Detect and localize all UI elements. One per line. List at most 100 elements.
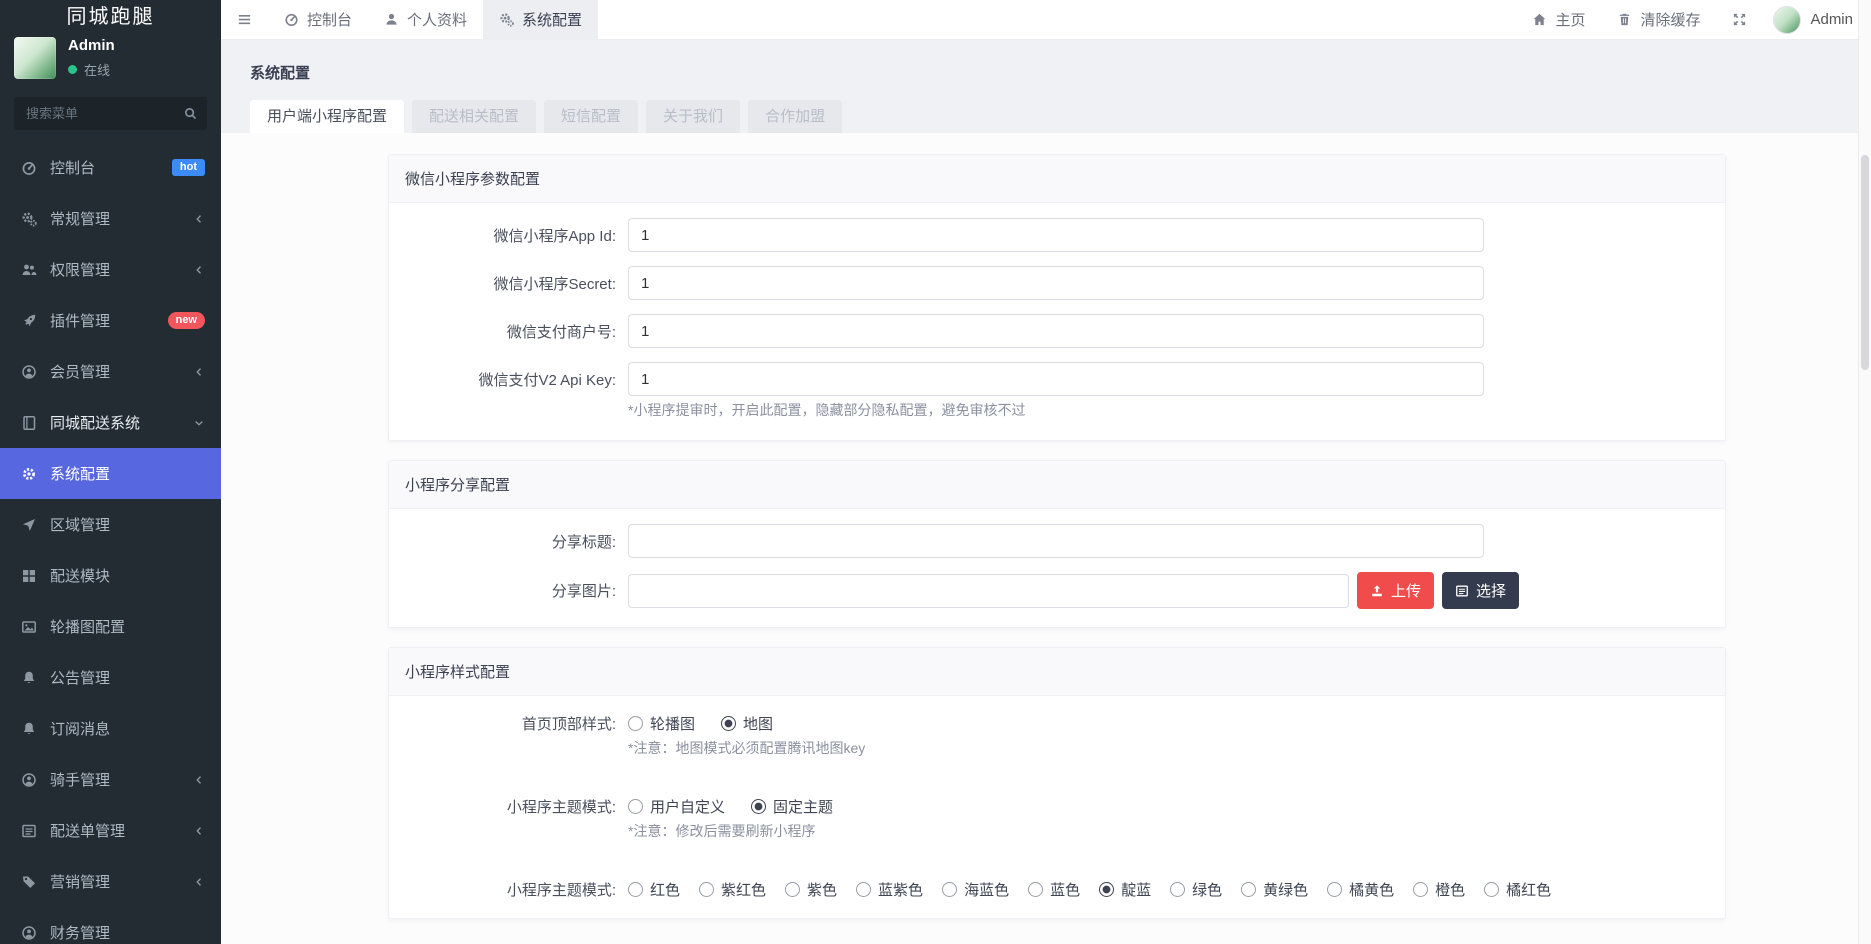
radio-color-red[interactable]: 红色 bbox=[628, 879, 680, 900]
sidebar-item-delivery-system[interactable]: 同城配送系统 bbox=[0, 397, 221, 448]
home-button[interactable]: 主页 bbox=[1516, 0, 1601, 39]
sidebar-item-delivery-order-mgmt[interactable]: 配送单管理 bbox=[0, 805, 221, 856]
location-arrow-icon bbox=[21, 517, 37, 533]
radio-color-orange-yellow[interactable]: 橘黄色 bbox=[1327, 879, 1394, 900]
wechat-secret-input[interactable] bbox=[628, 266, 1484, 300]
tab-about-us[interactable]: 关于我们 bbox=[646, 100, 741, 133]
sidebar-item-auth-mgmt[interactable]: 权限管理 bbox=[0, 244, 221, 295]
fullscreen-button[interactable] bbox=[1716, 0, 1763, 39]
radio-color-orange-red[interactable]: 橘红色 bbox=[1484, 879, 1551, 900]
radio-color-yellow-green[interactable]: 黄绿色 bbox=[1241, 879, 1308, 900]
user-avatar[interactable] bbox=[14, 37, 56, 79]
magenta-radio[interactable] bbox=[699, 882, 715, 897]
nav-tab-dashboard[interactable]: 控制台 bbox=[268, 0, 368, 39]
book-icon bbox=[21, 415, 37, 431]
radio-color-sea-blue[interactable]: 海蓝色 bbox=[942, 879, 1009, 900]
config-tabs: 用户端小程序配置 配送相关配置 短信配置 关于我们 合作加盟 bbox=[221, 100, 1871, 133]
form-row-secret: 微信小程序Secret: bbox=[389, 266, 1725, 300]
home-icon bbox=[1532, 12, 1547, 27]
radio-color-blue[interactable]: 蓝色 bbox=[1028, 879, 1080, 900]
top-navbar: 控制台 个人资料 系统配置 主页 清除缓存 Admin bbox=[221, 0, 1871, 40]
wechat-v2-apikey-input[interactable] bbox=[628, 362, 1484, 396]
sidebar-item-region-mgmt[interactable]: 区域管理 bbox=[0, 499, 221, 550]
field-label: 微信支付V2 Api Key: bbox=[478, 371, 616, 389]
tag-icon bbox=[21, 874, 37, 890]
sidebar-item-notice-mgmt[interactable]: 公告管理 bbox=[0, 652, 221, 703]
radio-color-orange[interactable]: 橙色 bbox=[1413, 879, 1465, 900]
sidebar-item-banner-config[interactable]: 轮播图配置 bbox=[0, 601, 221, 652]
field-label: 分享标题: bbox=[551, 533, 616, 551]
radio-color-green[interactable]: 绿色 bbox=[1170, 879, 1222, 900]
orange-yellow-radio[interactable] bbox=[1327, 882, 1343, 897]
sidebar-item-member-mgmt[interactable]: 会员管理 bbox=[0, 346, 221, 397]
upload-button[interactable]: 上传 bbox=[1357, 572, 1435, 609]
orange-radio[interactable] bbox=[1413, 882, 1429, 897]
sidebar-item-subscribe-message[interactable]: 订阅消息 bbox=[0, 703, 221, 754]
menu-search-input[interactable] bbox=[14, 97, 207, 130]
banner-radio[interactable] bbox=[628, 716, 643, 731]
sidebar-item-rider-mgmt[interactable]: 骑手管理 bbox=[0, 754, 221, 805]
sea-blue-radio[interactable] bbox=[942, 882, 958, 897]
purple-radio[interactable] bbox=[785, 882, 801, 897]
rocket-icon bbox=[21, 313, 37, 329]
tab-sms-config[interactable]: 短信配置 bbox=[544, 100, 639, 133]
privacy-note: *小程序提审时，开启此配置，隐藏部分隐私配置，避免审核不过 bbox=[628, 402, 1026, 418]
green-radio[interactable] bbox=[1170, 882, 1186, 897]
panel-title: 小程序分享配置 bbox=[389, 461, 1725, 509]
navbar-avatar[interactable] bbox=[1773, 5, 1802, 34]
yellow-green-radio[interactable] bbox=[1241, 882, 1257, 897]
red-radio[interactable] bbox=[628, 882, 643, 897]
nav-tab-profile[interactable]: 个人资料 bbox=[368, 0, 483, 39]
navbar-right: 主页 清除缓存 Admin bbox=[1516, 0, 1871, 39]
upload-icon bbox=[1370, 584, 1384, 598]
panel-share-config: 小程序分享配置 分享标题: 分享图片: 上传 选择 bbox=[388, 460, 1726, 628]
radio-option-banner[interactable]: 轮播图 bbox=[628, 713, 695, 734]
scrollbar-thumb[interactable] bbox=[1861, 155, 1869, 370]
page-title: 系统配置 bbox=[250, 65, 311, 82]
field-label: 微信小程序App Id: bbox=[493, 227, 616, 245]
sidebar-item-finance-mgmt[interactable]: 财务管理 bbox=[0, 907, 221, 944]
user-custom-radio[interactable] bbox=[628, 799, 643, 814]
form-row-merchant-id: 微信支付商户号: bbox=[389, 314, 1725, 348]
share-image-input[interactable] bbox=[628, 573, 1349, 608]
clear-cache-button[interactable]: 清除缓存 bbox=[1601, 0, 1716, 39]
sidebar-search bbox=[14, 97, 207, 130]
blue-radio[interactable] bbox=[1028, 882, 1044, 897]
sidebar-item-marketing-mgmt[interactable]: 营销管理 bbox=[0, 856, 221, 907]
indigo-radio[interactable] bbox=[1099, 882, 1115, 897]
sidebar-toggle-button[interactable] bbox=[221, 0, 268, 39]
radio-color-magenta[interactable]: 紫红色 bbox=[699, 879, 766, 900]
field-label: 微信支付商户号: bbox=[506, 323, 616, 341]
page-scrollbar[interactable] bbox=[1858, 0, 1871, 944]
wechat-appid-input[interactable] bbox=[628, 218, 1484, 252]
choose-button[interactable]: 选择 bbox=[1442, 572, 1520, 609]
wechat-merchant-id-input[interactable] bbox=[628, 314, 1484, 348]
sidebar-item-general-mgmt[interactable]: 常规管理 bbox=[0, 193, 221, 244]
sidebar-item-addon-mgmt[interactable]: 插件管理 new bbox=[0, 295, 221, 346]
radio-option-map[interactable]: 地图 bbox=[721, 713, 773, 734]
nav-tab-system-config[interactable]: 系统配置 bbox=[483, 0, 599, 39]
radio-color-blue-purple[interactable]: 蓝紫色 bbox=[856, 879, 923, 900]
radio-option-fixed-theme[interactable]: 固定主题 bbox=[751, 796, 833, 817]
tab-user-miniprogram-config[interactable]: 用户端小程序配置 bbox=[250, 100, 405, 133]
share-title-input[interactable] bbox=[628, 524, 1484, 558]
chevron-left-icon bbox=[193, 213, 205, 225]
main-area: 控制台 个人资料 系统配置 主页 清除缓存 Admin 系统配置 用户端小程序配… bbox=[221, 0, 1871, 944]
sidebar-item-dashboard[interactable]: 控制台 hot bbox=[0, 142, 221, 193]
tab-cooperation[interactable]: 合作加盟 bbox=[748, 100, 843, 133]
radio-color-purple[interactable]: 紫色 bbox=[785, 879, 837, 900]
user-name: Admin bbox=[68, 37, 115, 54]
map-radio[interactable] bbox=[721, 716, 737, 731]
fixed-theme-radio[interactable] bbox=[751, 799, 767, 814]
users-icon bbox=[21, 262, 37, 278]
panel-style-config: 小程序样式配置 首页顶部样式: 轮播图 地图 *注意：地图模式必须配置腾讯地图k… bbox=[388, 647, 1726, 919]
navbar-user-name[interactable]: Admin bbox=[1810, 11, 1853, 28]
radio-color-indigo[interactable]: 靛蓝 bbox=[1099, 879, 1151, 900]
radio-option-user-custom[interactable]: 用户自定义 bbox=[628, 796, 725, 817]
blue-purple-radio[interactable] bbox=[856, 882, 872, 897]
grid-icon bbox=[21, 568, 37, 584]
tab-delivery-related-config[interactable]: 配送相关配置 bbox=[412, 100, 537, 133]
sidebar-item-delivery-module[interactable]: 配送模块 bbox=[0, 550, 221, 601]
orange-red-radio[interactable] bbox=[1484, 882, 1500, 897]
sidebar-item-system-config[interactable]: 系统配置 bbox=[0, 448, 221, 499]
